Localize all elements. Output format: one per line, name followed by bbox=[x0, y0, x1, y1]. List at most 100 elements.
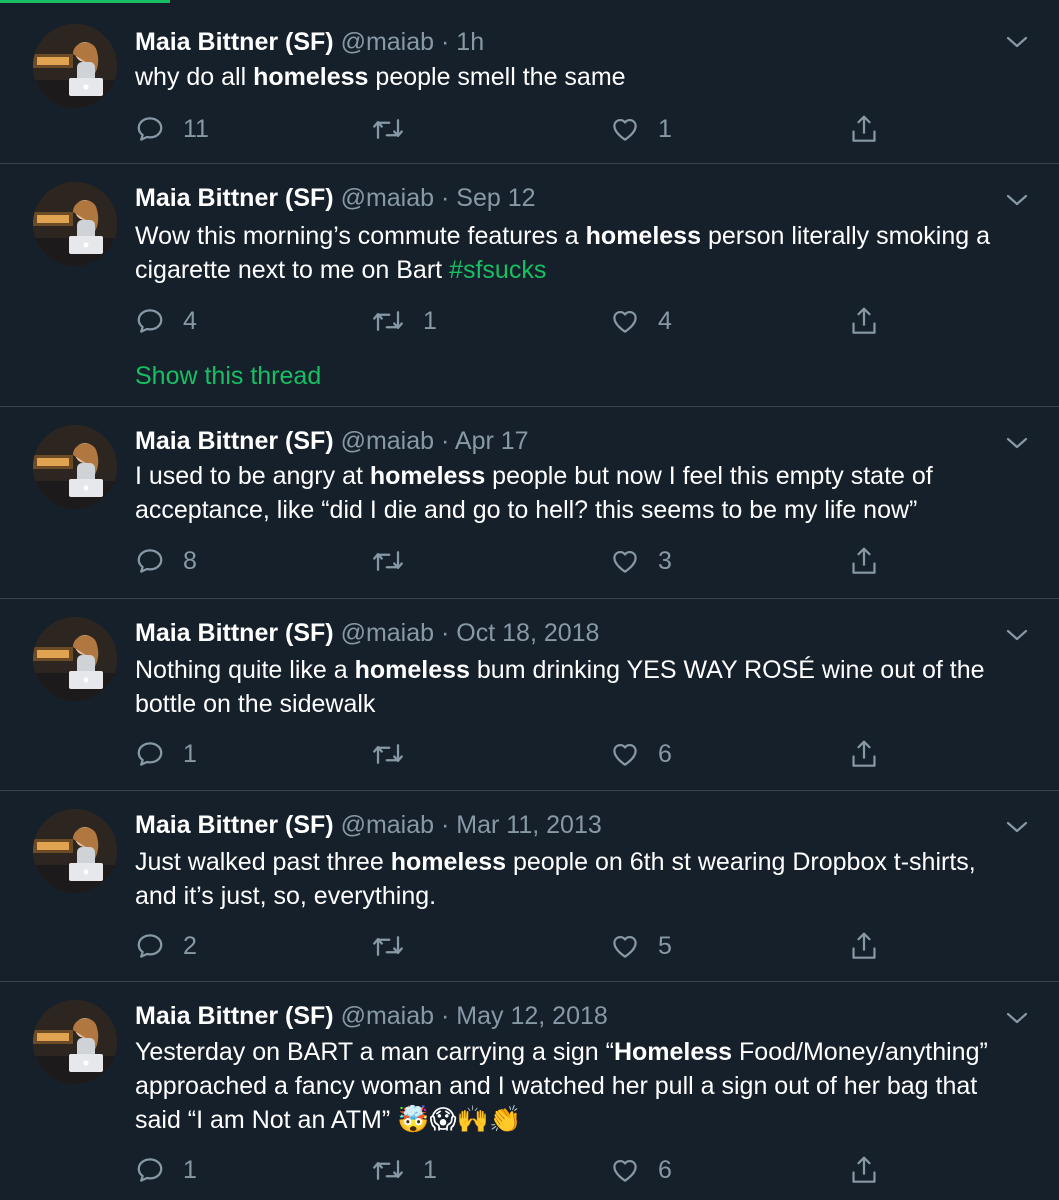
chevron-down-icon[interactable] bbox=[1005, 819, 1029, 835]
reply-button[interactable]: 1 bbox=[135, 737, 197, 771]
like-button[interactable]: 6 bbox=[610, 737, 672, 771]
reply-icon bbox=[135, 739, 165, 769]
like-count: 3 bbox=[658, 546, 672, 575]
author-name[interactable]: Maia Bittner (SF) bbox=[135, 811, 334, 839]
heart-icon bbox=[610, 1155, 640, 1185]
like-button[interactable]: 6 bbox=[610, 1153, 672, 1187]
reply-count: 2 bbox=[183, 931, 197, 960]
author-name[interactable]: Maia Bittner (SF) bbox=[135, 427, 334, 455]
tweet-text: Wow this morning’s commute features a ho… bbox=[135, 219, 1015, 287]
tweet-time[interactable]: Apr 17 bbox=[455, 427, 529, 455]
like-button[interactable]: 1 bbox=[610, 112, 672, 146]
hashtag-link[interactable]: #sfsucks bbox=[449, 256, 546, 284]
tweet-text-run: Yesterday on BART a man carrying a sign … bbox=[135, 1038, 614, 1066]
tweet-text: Just walked past three homeless people o… bbox=[135, 845, 1015, 913]
chevron-down-icon[interactable] bbox=[1005, 435, 1029, 451]
tweet-header: Maia Bittner (SF) @maiab · 1h bbox=[135, 26, 989, 58]
heart-icon bbox=[610, 306, 640, 336]
retweet-button[interactable] bbox=[371, 544, 423, 578]
reply-button[interactable]: 8 bbox=[135, 544, 197, 578]
share-button[interactable] bbox=[849, 112, 879, 146]
tweet-time[interactable]: 1h bbox=[456, 28, 484, 56]
tweet-header: Maia Bittner (SF) @maiab · Oct 18, 2018 bbox=[135, 617, 989, 649]
share-button[interactable] bbox=[849, 737, 879, 771]
tweet-actions: 2 5 bbox=[135, 929, 895, 963]
separator-dot: · bbox=[441, 427, 450, 455]
tweet[interactable]: Maia Bittner (SF) @maiab · Sep 12 Wow th… bbox=[0, 164, 1059, 407]
chevron-down-icon[interactable] bbox=[1005, 627, 1029, 643]
share-button[interactable] bbox=[849, 929, 879, 963]
reply-count: 1 bbox=[183, 739, 197, 768]
author-handle[interactable]: @maiab bbox=[341, 427, 434, 455]
reply-count: 4 bbox=[183, 306, 197, 335]
author-handle[interactable]: @maiab bbox=[341, 28, 434, 56]
retweet-button[interactable] bbox=[371, 737, 423, 771]
tweet-text-run: Nothing quite like a bbox=[135, 656, 355, 684]
author-handle[interactable]: @maiab bbox=[341, 184, 434, 212]
author-name[interactable]: Maia Bittner (SF) bbox=[135, 184, 334, 212]
tweet[interactable]: Maia Bittner (SF) @maiab · Mar 11, 2013 … bbox=[0, 791, 1059, 982]
tweet[interactable]: Maia Bittner (SF) @maiab · Oct 18, 2018 … bbox=[0, 599, 1059, 791]
tweet-text: why do all homeless people smell the sam… bbox=[135, 60, 1015, 94]
chevron-down-icon[interactable] bbox=[1005, 192, 1029, 208]
reply-count: 1 bbox=[183, 1155, 197, 1184]
avatar[interactable] bbox=[33, 809, 117, 893]
tweet-time[interactable]: Mar 11, 2013 bbox=[456, 811, 601, 839]
share-button[interactable] bbox=[849, 1153, 879, 1187]
retweet-button[interactable] bbox=[371, 112, 423, 146]
tweet[interactable]: Maia Bittner (SF) @maiab · Apr 17 I used… bbox=[0, 407, 1059, 599]
highlighted-keyword: homeless bbox=[253, 63, 369, 91]
author-handle[interactable]: @maiab bbox=[341, 1002, 434, 1030]
reply-icon bbox=[135, 1155, 165, 1185]
author-name[interactable]: Maia Bittner (SF) bbox=[135, 28, 334, 56]
tweet-time[interactable]: Oct 18, 2018 bbox=[456, 619, 599, 647]
avatar-photo bbox=[33, 425, 117, 509]
tweet-actions: 8 3 bbox=[135, 544, 895, 578]
author-name[interactable]: Maia Bittner (SF) bbox=[135, 1002, 334, 1030]
retweet-button[interactable]: 1 bbox=[371, 304, 437, 338]
retweet-button[interactable]: 1 bbox=[371, 1153, 437, 1187]
avatar-photo bbox=[33, 1000, 117, 1084]
separator-dot: · bbox=[441, 619, 450, 647]
reply-button[interactable]: 4 bbox=[135, 304, 197, 338]
share-icon bbox=[849, 113, 879, 145]
reply-button[interactable]: 11 bbox=[135, 112, 209, 146]
like-count: 4 bbox=[658, 306, 672, 335]
avatar[interactable] bbox=[33, 24, 117, 108]
tweet-time[interactable]: Sep 12 bbox=[456, 184, 535, 212]
reply-icon bbox=[135, 114, 165, 144]
like-button[interactable]: 3 bbox=[610, 544, 672, 578]
tweet[interactable]: Maia Bittner (SF) @maiab · May 12, 2018 … bbox=[0, 982, 1059, 1200]
author-handle[interactable]: @maiab bbox=[341, 619, 434, 647]
reply-button[interactable]: 2 bbox=[135, 929, 197, 963]
share-button[interactable] bbox=[849, 304, 879, 338]
reply-button[interactable]: 1 bbox=[135, 1153, 197, 1187]
tweet-actions: 11 1 bbox=[135, 112, 895, 146]
like-button[interactable]: 5 bbox=[610, 929, 672, 963]
author-handle[interactable]: @maiab bbox=[341, 811, 434, 839]
retweet-button[interactable] bbox=[371, 929, 423, 963]
like-button[interactable]: 4 bbox=[610, 304, 672, 338]
avatar[interactable] bbox=[33, 182, 117, 266]
avatar[interactable] bbox=[33, 425, 117, 509]
retweet-icon bbox=[371, 546, 405, 576]
share-button[interactable] bbox=[849, 544, 879, 578]
author-name[interactable]: Maia Bittner (SF) bbox=[135, 619, 334, 647]
tweet-text: I used to be angry at homeless people bu… bbox=[135, 459, 1015, 527]
highlighted-keyword: Homeless bbox=[613, 1038, 733, 1066]
tweet-header: Maia Bittner (SF) @maiab · Mar 11, 2013 bbox=[135, 809, 989, 841]
avatar[interactable] bbox=[33, 617, 117, 701]
reply-icon bbox=[135, 546, 165, 576]
tweet-header: Maia Bittner (SF) @maiab · Sep 12 bbox=[135, 182, 989, 214]
like-count: 6 bbox=[658, 739, 672, 768]
tweet-time[interactable]: May 12, 2018 bbox=[456, 1002, 608, 1030]
chevron-down-icon[interactable] bbox=[1005, 34, 1029, 50]
retweet-icon bbox=[371, 306, 405, 336]
tweet[interactable]: Maia Bittner (SF) @maiab · 1h why do all… bbox=[0, 0, 1059, 164]
reply-icon bbox=[135, 306, 165, 336]
share-icon bbox=[849, 545, 879, 577]
avatar[interactable] bbox=[33, 1000, 117, 1084]
chevron-down-icon[interactable] bbox=[1005, 1010, 1029, 1026]
show-thread-link[interactable]: Show this thread bbox=[135, 362, 321, 391]
retweet-icon bbox=[371, 114, 405, 144]
